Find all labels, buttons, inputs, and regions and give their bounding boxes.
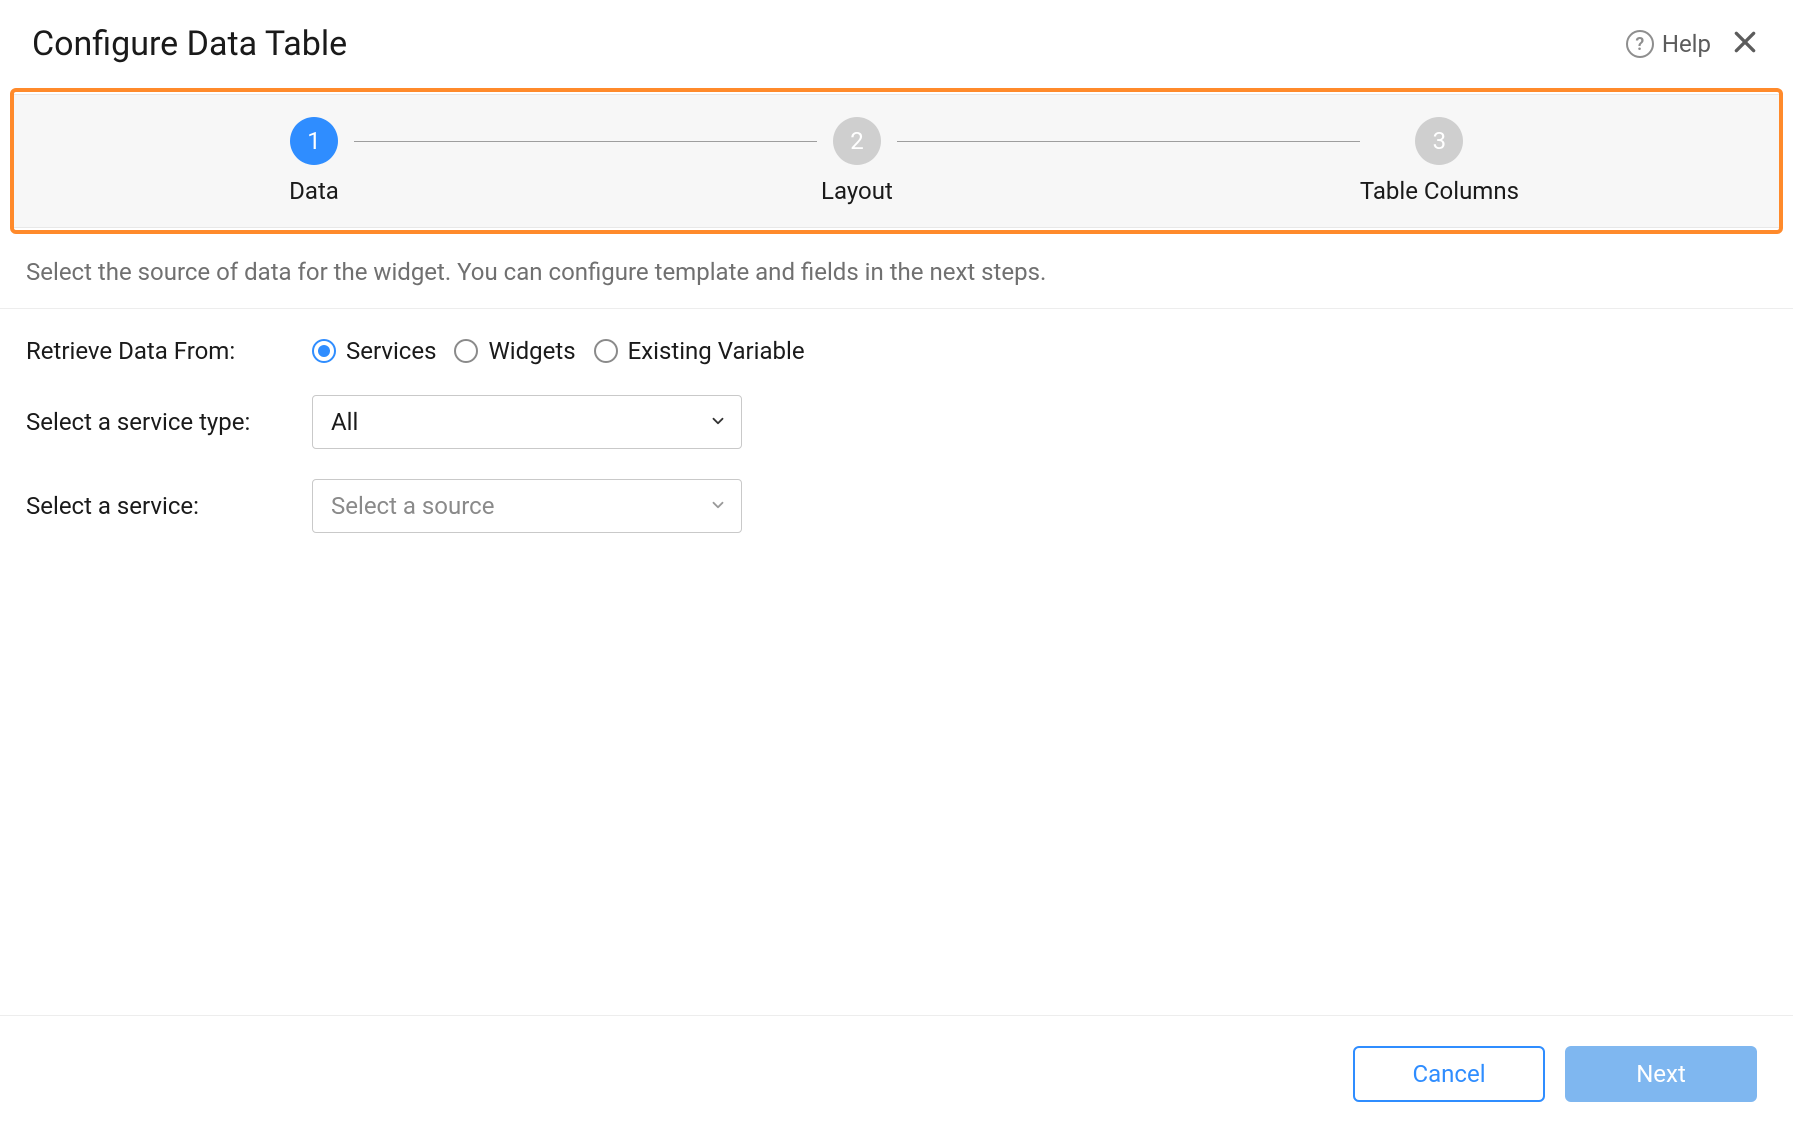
chevron-down-icon bbox=[709, 408, 727, 436]
configure-data-table-dialog: Configure Data Table ? Help 1 Data bbox=[0, 0, 1793, 1132]
help-icon: ? bbox=[1626, 30, 1654, 58]
wizard-stepper: 1 Data 2 Layout 3 Table Columns bbox=[14, 94, 1779, 228]
radio-icon bbox=[594, 339, 618, 363]
next-button[interactable]: Next bbox=[1565, 1046, 1757, 1102]
radio-label: Services bbox=[346, 337, 436, 365]
radio-widgets[interactable]: Widgets bbox=[454, 337, 575, 365]
button-label: Cancel bbox=[1412, 1060, 1485, 1088]
radio-icon bbox=[312, 339, 336, 363]
step-number: 3 bbox=[1415, 117, 1463, 165]
row-select-service: Select a service: Select a source bbox=[26, 479, 1767, 533]
help-label: Help bbox=[1662, 30, 1711, 58]
radio-label: Existing Variable bbox=[628, 337, 805, 365]
step-label: Data bbox=[289, 177, 339, 205]
radio-services[interactable]: Services bbox=[312, 337, 436, 365]
select-service-label: Select a service: bbox=[26, 492, 276, 520]
select-placeholder: Select a source bbox=[331, 492, 494, 520]
cancel-button[interactable]: Cancel bbox=[1353, 1046, 1545, 1102]
header-actions: ? Help bbox=[1626, 28, 1761, 60]
service-type-select[interactable]: All bbox=[312, 395, 742, 449]
step-number: 2 bbox=[833, 117, 881, 165]
service-type-label: Select a service type: bbox=[26, 408, 276, 436]
dialog-title: Configure Data Table bbox=[32, 24, 347, 64]
dialog-footer: Cancel Next bbox=[0, 1015, 1793, 1132]
radio-label: Widgets bbox=[488, 337, 575, 365]
row-service-type: Select a service type: All bbox=[26, 395, 1767, 449]
close-button[interactable] bbox=[1729, 28, 1761, 60]
radio-existing-variable[interactable]: Existing Variable bbox=[594, 337, 805, 365]
stepper-highlight: 1 Data 2 Layout 3 Table Columns bbox=[10, 88, 1783, 234]
close-icon bbox=[1732, 29, 1758, 59]
select-value: All bbox=[331, 408, 358, 436]
service-select[interactable]: Select a source bbox=[312, 479, 742, 533]
row-retrieve-data-from: Retrieve Data From: Services Widgets Exi… bbox=[26, 337, 1767, 365]
step-layout[interactable]: 2 Layout bbox=[817, 117, 897, 205]
help-button[interactable]: ? Help bbox=[1626, 30, 1711, 58]
dialog-header: Configure Data Table ? Help bbox=[0, 0, 1793, 88]
step-data[interactable]: 1 Data bbox=[274, 117, 354, 205]
step-table-columns[interactable]: 3 Table Columns bbox=[1360, 117, 1519, 205]
retrieve-data-radio-group: Services Widgets Existing Variable bbox=[312, 337, 805, 365]
step-label: Layout bbox=[821, 177, 893, 205]
chevron-down-icon bbox=[709, 492, 727, 520]
form-body: Retrieve Data From: Services Widgets Exi… bbox=[0, 309, 1793, 1015]
step-description: Select the source of data for the widget… bbox=[0, 234, 1793, 309]
step-label: Table Columns bbox=[1360, 177, 1519, 205]
step-number: 1 bbox=[290, 117, 338, 165]
radio-icon bbox=[454, 339, 478, 363]
button-label: Next bbox=[1636, 1060, 1686, 1088]
retrieve-data-label: Retrieve Data From: bbox=[26, 337, 276, 365]
